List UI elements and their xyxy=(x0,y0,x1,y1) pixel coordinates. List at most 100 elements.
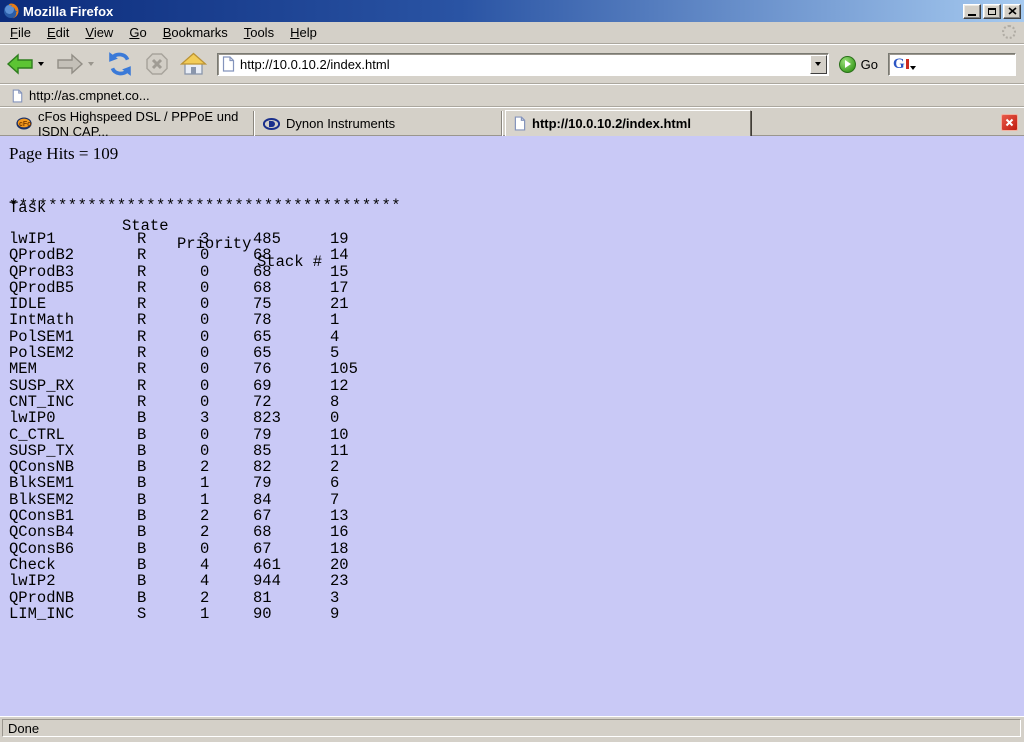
table-cell: 79 xyxy=(253,474,272,492)
reload-button[interactable] xyxy=(106,51,134,77)
go-button[interactable]: Go xyxy=(839,56,878,73)
window-titlebar: Mozilla Firefox xyxy=(0,0,1024,22)
table-cell: 15 xyxy=(330,263,349,281)
table-cell: 84 xyxy=(253,491,272,509)
menu-bookmarks[interactable]: Bookmarks xyxy=(155,22,236,43)
table-cell: 18 xyxy=(330,540,349,558)
table-row: QProdB5R06817 xyxy=(0,279,1024,295)
table-cell: IntMath xyxy=(9,311,74,329)
table-row: lwIP0B38230 xyxy=(0,409,1024,425)
menu-file[interactable]: File xyxy=(2,22,39,43)
table-row: QProdB3R06815 xyxy=(0,263,1024,279)
table-cell: 2 xyxy=(200,589,209,607)
page-hits-text: Page Hits = 109 xyxy=(9,144,118,164)
table-cell: 82 xyxy=(253,458,272,476)
page-content: Page Hits = 109 Task State Priority Stac… xyxy=(0,136,1024,716)
forward-dropdown-icon[interactable] xyxy=(88,62,94,66)
table-row: PolSEM1R0654 xyxy=(0,328,1024,344)
table-cell: 16 xyxy=(330,523,349,541)
table-cell: lwIP1 xyxy=(9,230,56,248)
navigation-toolbar: Go G xyxy=(0,44,1024,84)
table-cell: 68 xyxy=(253,263,272,281)
tab-close-button[interactable] xyxy=(1001,114,1018,131)
table-cell: QConsB1 xyxy=(9,507,74,525)
menu-tools[interactable]: Tools xyxy=(236,22,282,43)
table-cell: R xyxy=(137,344,146,362)
table-row: CheckB446120 xyxy=(0,556,1024,572)
url-dropdown-button[interactable] xyxy=(810,55,827,74)
cfos-favicon: cFos xyxy=(16,117,32,130)
go-icon xyxy=(839,56,856,73)
table-cell: 0 xyxy=(200,311,209,329)
back-button[interactable] xyxy=(6,53,34,75)
page-icon xyxy=(12,89,23,103)
table-cell: 6 xyxy=(330,474,339,492)
table-row: IntMathR0781 xyxy=(0,311,1024,327)
table-cell: 9 xyxy=(330,605,339,623)
window-title: Mozilla Firefox xyxy=(23,4,963,19)
table-row: QProdB2R06814 xyxy=(0,246,1024,262)
search-input[interactable] xyxy=(920,57,1015,72)
table-cell: lwIP0 xyxy=(9,409,56,427)
table-cell: 17 xyxy=(330,279,349,297)
table-row: SUSP_TXB08511 xyxy=(0,442,1024,458)
table-cell: QConsNB xyxy=(9,458,74,476)
status-text: Done xyxy=(8,721,39,736)
tab-cfos[interactable]: cFos cFos Highspeed DSL / PPPoE und ISDN… xyxy=(8,111,254,136)
table-cell: 1 xyxy=(200,491,209,509)
svg-text:cFos: cFos xyxy=(19,121,32,128)
tab-dynon[interactable]: Dynon Instruments xyxy=(255,111,502,136)
menu-help[interactable]: Help xyxy=(282,22,325,43)
bookmark-item[interactable]: http://as.cmpnet.co... xyxy=(8,86,154,105)
table-cell: 4 xyxy=(330,328,339,346)
table-cell: 10 xyxy=(330,426,349,444)
table-cell: 0 xyxy=(200,295,209,313)
table-cell: 0 xyxy=(200,426,209,444)
bookmarks-toolbar: http://as.cmpnet.co... xyxy=(0,84,1024,107)
url-input[interactable] xyxy=(240,57,810,72)
table-cell: PolSEM1 xyxy=(9,328,74,346)
search-engine-icon[interactable]: G xyxy=(893,57,905,72)
search-engine-dropdown-icon[interactable] xyxy=(910,66,916,70)
tab-label: Dynon Instruments xyxy=(286,116,395,131)
forward-button[interactable] xyxy=(56,53,84,75)
back-dropdown-icon[interactable] xyxy=(38,62,44,66)
table-cell: 1 xyxy=(200,605,209,623)
restore-button[interactable] xyxy=(983,4,1001,19)
menu-view[interactable]: View xyxy=(77,22,121,43)
table-cell: BlkSEM1 xyxy=(9,474,74,492)
table-cell: 0 xyxy=(200,279,209,297)
page-icon xyxy=(222,56,235,72)
table-cell: 81 xyxy=(253,589,272,607)
close-button[interactable] xyxy=(1003,4,1021,19)
table-cell: 1 xyxy=(330,311,339,329)
stop-icon xyxy=(144,52,170,76)
tab-active-index-html[interactable]: http://10.0.10.2/index.html xyxy=(505,110,751,137)
menu-edit[interactable]: Edit xyxy=(39,22,77,43)
table-cell: 65 xyxy=(253,328,272,346)
table-cell: R xyxy=(137,328,146,346)
table-cell: 68 xyxy=(253,279,272,297)
table-cell: Check xyxy=(9,556,56,574)
table-separator: **************************************** xyxy=(9,197,401,215)
minimize-button[interactable] xyxy=(963,4,981,19)
menu-go[interactable]: Go xyxy=(121,22,154,43)
table-cell: 68 xyxy=(253,246,272,264)
table-cell: 944 xyxy=(253,572,281,590)
home-button[interactable] xyxy=(180,52,207,76)
table-cell: R xyxy=(137,393,146,411)
page-icon xyxy=(514,116,526,131)
table-cell: 69 xyxy=(253,377,272,395)
table-cell: 0 xyxy=(200,442,209,460)
table-cell: 85 xyxy=(253,442,272,460)
table-row: BlkSEM1B1796 xyxy=(0,474,1024,490)
reload-icon xyxy=(106,51,134,77)
table-cell: LIM_INC xyxy=(9,605,74,623)
table-row: QConsNBB2822 xyxy=(0,458,1024,474)
stop-button[interactable] xyxy=(144,52,170,76)
table-cell: 65 xyxy=(253,344,272,362)
table-cell: B xyxy=(137,474,146,492)
table-row: lwIP1R348519 xyxy=(0,230,1024,246)
table-cell: R xyxy=(137,263,146,281)
table-cell: 4 xyxy=(200,556,209,574)
